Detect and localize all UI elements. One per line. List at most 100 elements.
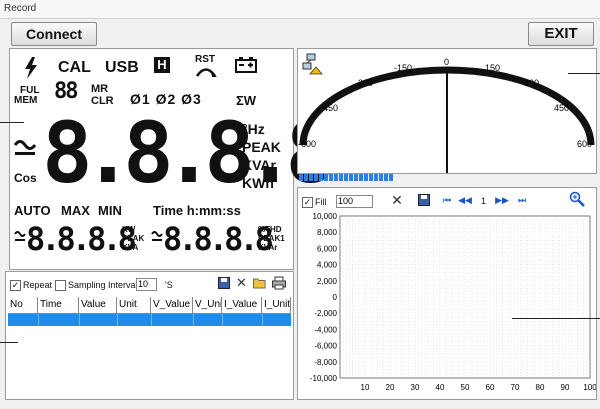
chart-plot: 10 20 30 40 50 60 70 80 90 100 10,000 8,000 6,000 4,0… (310, 212, 596, 392)
column-header-v-value[interactable]: V_Value (151, 297, 193, 313)
gauge-label: -450 (320, 103, 338, 113)
gauge-label: 150 (485, 63, 500, 73)
fill-label: Fill (315, 197, 327, 207)
gauge-label: -150 (394, 63, 412, 73)
min-indicator: MIN (98, 203, 122, 218)
right-digit-display: 8.8.8.8 (163, 220, 274, 258)
column-header-i-unit[interactable]: I_Unit (262, 297, 291, 313)
unit-peak-small: PEAK (122, 234, 145, 243)
record-table-panel: ✓ Repeat Sampling Interval 10 'S ✕ No Ti… (5, 271, 294, 400)
sampling-checkbox[interactable] (55, 280, 66, 291)
progress-segment (314, 174, 318, 181)
lightning-icon (25, 57, 37, 79)
gauge-label: -600 (298, 139, 316, 149)
column-header-value[interactable]: Value (79, 297, 117, 313)
unit-peak1: PEAK1 (258, 234, 285, 243)
open-folder-icon[interactable] (253, 277, 267, 289)
column-header-time[interactable]: Time (38, 297, 79, 313)
annotation-leader-line (0, 342, 18, 343)
x-tick-label: 80 (536, 383, 545, 392)
exit-button[interactable]: EXIT (528, 22, 594, 46)
lcd-display-panel: CAL USB H RST FUL MEM 88 MR CLR Ø1 Ø2 Ø3… (9, 48, 336, 270)
left-digit-display: 8.8.8.8 (26, 220, 137, 258)
small-wave-icon-right (151, 231, 163, 241)
annotation-leader-line (568, 73, 600, 74)
time-indicator: Time h:mm:ss (153, 203, 241, 218)
annotation-leader-line (512, 318, 600, 319)
save-icon[interactable] (418, 194, 430, 206)
column-header-v-unit[interactable]: V_Unit (193, 297, 222, 313)
mr-indicator: MR (91, 83, 109, 95)
progress-bar (299, 174, 395, 181)
progress-segment (364, 174, 368, 181)
gauge-dial: -600 -450 -300 -150 0 150 300 450 600 (298, 57, 595, 173)
unit-kvar-small: KVAr (258, 243, 278, 252)
repeat-checkbox[interactable]: ✓ (10, 280, 21, 291)
x-tick-label: 30 (411, 383, 420, 392)
progress-segment (339, 174, 343, 181)
x-tick-label: 60 (486, 383, 495, 392)
unit-kva: KVA (122, 243, 139, 252)
table-row[interactable] (8, 314, 291, 326)
y-tick-label: -6,000 (314, 342, 337, 351)
gauge-label: 450 (554, 103, 569, 113)
x-tick-label: 90 (561, 383, 570, 392)
rst-indicator: RST (195, 54, 215, 65)
table-delete-icon[interactable]: ✕ (235, 275, 248, 290)
unit-kvar: KVAr (242, 157, 276, 173)
x-tick-label: 50 (461, 383, 470, 392)
sampling-label: Sampling Interval (68, 280, 138, 290)
unit-thd: %THD (258, 225, 282, 234)
y-tick-label: 2,000 (317, 277, 338, 286)
gauge-label: 0 (444, 57, 449, 67)
gauge-label: 300 (524, 78, 539, 88)
progress-segment (309, 174, 313, 181)
y-tick-label: 8,000 (317, 228, 338, 237)
y-tick-label: -2,000 (314, 309, 337, 318)
interval-input[interactable]: 10 (136, 278, 157, 291)
gauge-panel: -600 -450 -300 -150 0 150 300 450 600 (297, 48, 597, 174)
cal-indicator: CAL (58, 59, 91, 76)
column-header-i-value[interactable]: I_Value (222, 297, 262, 313)
progress-segment (329, 174, 333, 181)
window-titlebar: Record (0, 0, 600, 19)
unit-kwh: KWh (242, 175, 274, 191)
main-digit-display: 8.8.8.8 (42, 104, 336, 202)
column-header-unit[interactable]: Unit (117, 297, 151, 313)
column-header-no[interactable]: No (8, 297, 38, 313)
ac-wave-icon (14, 140, 36, 155)
x-tick-label: 100 (583, 383, 596, 392)
repeat-label: Repeat (23, 280, 53, 290)
connect-button[interactable]: Connect (11, 22, 97, 46)
progress-segment (349, 174, 353, 181)
progress-segment (319, 174, 323, 181)
last-page-icon[interactable]: ⏭ (516, 194, 528, 206)
progress-segment (354, 174, 358, 181)
unit-kw: KW (122, 225, 136, 234)
mem-indicator: MEM (14, 95, 38, 106)
zoom-icon[interactable] (569, 191, 585, 207)
first-page-icon[interactable]: ⏮ (441, 194, 453, 206)
print-icon[interactable] (272, 276, 286, 290)
cos-indicator: Cos (14, 171, 37, 185)
unit-peak: PEAK (242, 139, 281, 155)
y-tick-label: -4,000 (314, 325, 337, 334)
prev-page-icon[interactable]: ◀◀ (458, 194, 472, 206)
progress-segment (304, 174, 308, 181)
y-tick-label: 0 (333, 293, 338, 302)
clear-icon[interactable]: ✕ (390, 192, 404, 208)
next-page-icon[interactable]: ▶▶ (495, 194, 509, 206)
x-tick-label: 70 (511, 383, 520, 392)
y-tick-label: 6,000 (317, 244, 338, 253)
interval-unit: 'S (165, 280, 173, 290)
x-tick-label: 10 (361, 383, 370, 392)
progress-segment (344, 174, 348, 181)
progress-segment (384, 174, 388, 181)
fill-checkbox[interactable]: ✓ (302, 197, 313, 208)
hold-indicator: H (154, 57, 170, 73)
small-wave-icon-left (14, 231, 26, 241)
fill-input[interactable]: 100 (336, 195, 373, 208)
progress-segment (299, 174, 303, 181)
table-save-icon[interactable] (218, 277, 230, 289)
x-tick-label: 40 (436, 383, 445, 392)
